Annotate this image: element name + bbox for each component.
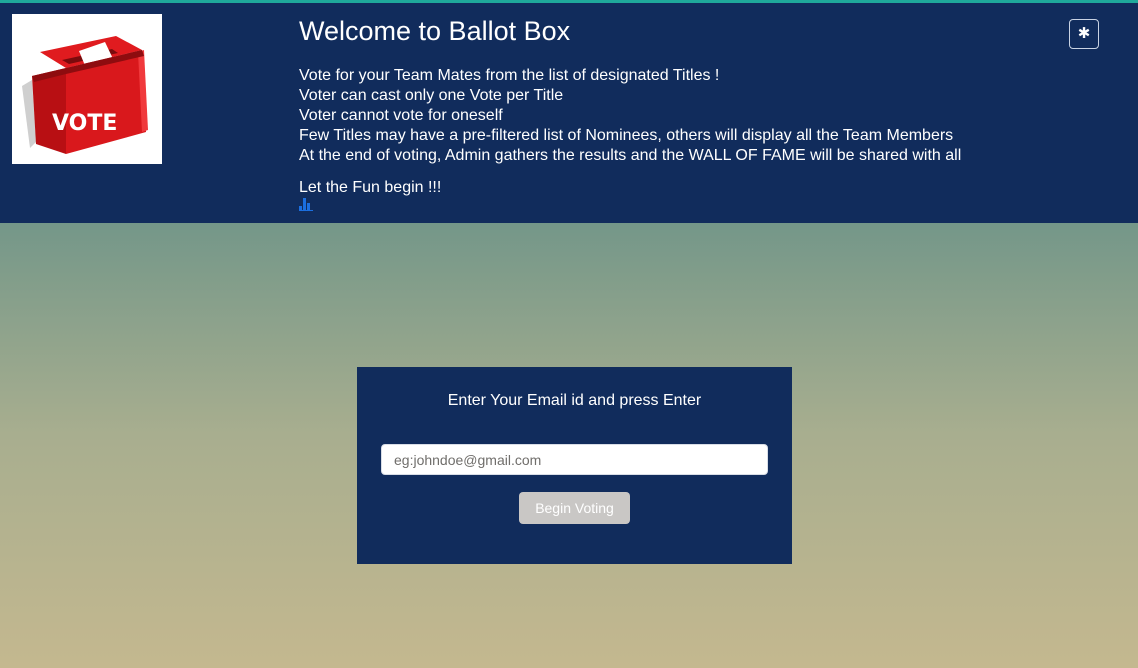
fun-message: Let the Fun begin !!! (299, 179, 442, 196)
page-title: Welcome to Ballot Box (299, 16, 571, 46)
logo-vote-text: VOTE (52, 111, 117, 136)
email-login-card: Enter Your Email id and press Enter Begi… (357, 367, 792, 564)
voting-rules: Vote for your Team Mates from the list o… (299, 66, 961, 166)
vote-logo: VOTE (12, 14, 162, 164)
asterisk-icon: ✱ (1077, 25, 1091, 42)
email-prompt: Enter Your Email id and press Enter (447, 392, 702, 409)
page-header: VOTE Welcome to Ballot Box Vote for your… (0, 3, 1138, 223)
email-input[interactable] (381, 444, 768, 475)
rule-line: Voter cannot vote for oneself (299, 107, 503, 124)
rule-line: Voter can cast only one Vote per Title (299, 87, 564, 104)
rule-line: Vote for your Team Mates from the list o… (299, 67, 720, 84)
bar-chart-icon[interactable] (299, 197, 313, 211)
rule-line: At the end of voting, Admin gathers the … (299, 147, 962, 164)
rule-line: Few Titles may have a pre-filtered list … (299, 127, 954, 144)
begin-voting-button[interactable]: Begin Voting (519, 492, 630, 524)
settings-button[interactable]: ✱ (1069, 19, 1099, 49)
